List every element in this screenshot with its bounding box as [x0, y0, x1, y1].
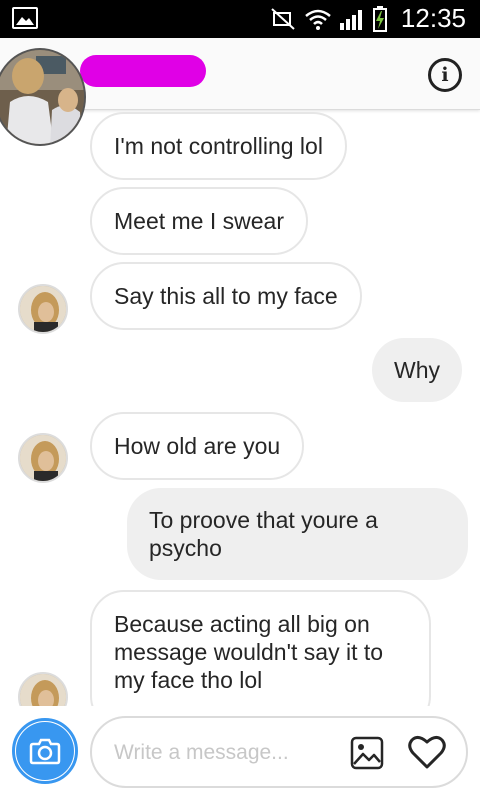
wifi-icon — [305, 9, 331, 30]
message-bubble-received[interactable]: Meet me I swear — [90, 187, 308, 255]
message-bubble-received[interactable]: How old are you — [90, 412, 305, 480]
signal-icon — [340, 10, 362, 30]
gallery-icon[interactable] — [350, 736, 384, 770]
message-text: To proove that youre a psycho — [149, 507, 378, 561]
message-input[interactable] — [114, 738, 334, 768]
message-bubble-sent[interactable]: To proove that youre a psycho — [127, 488, 468, 580]
battery-charging-icon — [373, 6, 387, 32]
sender-avatar[interactable] — [18, 433, 68, 483]
message-text: Why — [394, 357, 440, 383]
message-text: Say this all to my face — [114, 283, 338, 309]
info-icon[interactable]: i — [428, 58, 462, 92]
message-text: Because acting all big on message wouldn… — [114, 611, 384, 693]
contact-name[interactable] — [80, 55, 206, 87]
camera-icon — [29, 738, 61, 765]
message-field[interactable] — [90, 716, 468, 788]
camera-button[interactable] — [12, 718, 78, 784]
heart-icon[interactable] — [408, 734, 446, 770]
message-text: Meet me I swear — [114, 208, 284, 234]
sender-avatar[interactable] — [18, 284, 68, 334]
message-bubble-received[interactable]: I'm not controlling lol — [90, 112, 347, 180]
picture-icon — [12, 7, 38, 29]
mute-icon — [271, 8, 295, 30]
contact-avatar[interactable] — [0, 48, 86, 146]
system-icons — [270, 6, 388, 32]
message-text: I'm not controlling lol — [114, 133, 323, 159]
message-bubble-sent[interactable]: Why — [372, 338, 462, 402]
status-bar: 12:35 — [0, 0, 480, 38]
message-text: How old are you — [114, 433, 281, 459]
clock: 12:35 — [400, 3, 466, 33]
message-bubble-received[interactable]: Say this all to my face — [90, 262, 362, 330]
